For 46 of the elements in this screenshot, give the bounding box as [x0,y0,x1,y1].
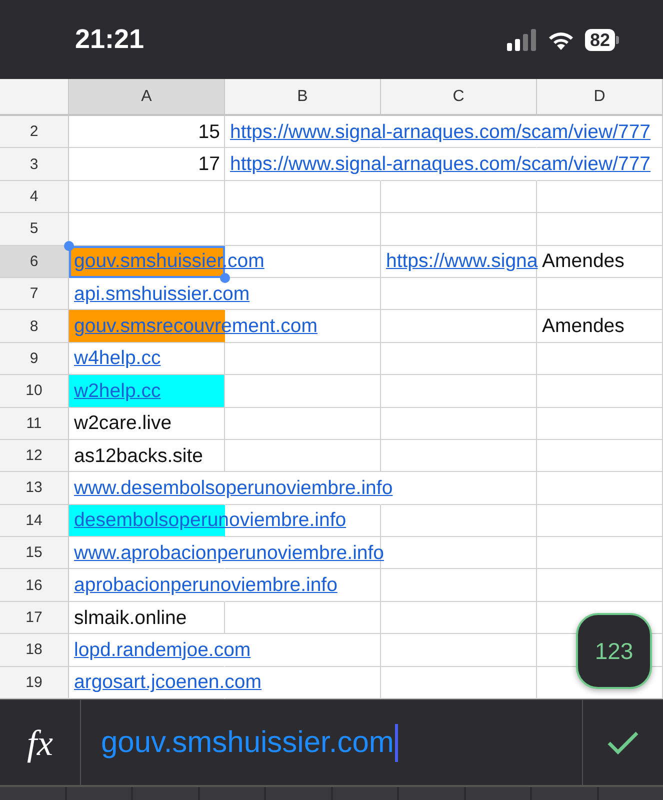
row-header[interactable]: 6 [0,246,69,278]
row-header[interactable]: 16 [0,569,69,602]
cell-number: 17 [198,155,220,174]
row-header[interactable]: 17 [0,602,69,634]
cell-link[interactable]: https://www.signal-arnaques.com/scam/view/777 [230,155,651,174]
clock-time: 21:21 [75,24,146,55]
checkmark-icon[interactable] [606,730,640,756]
row-header[interactable]: 14 [0,504,69,538]
formula-text: gouv.smshuissier.com [101,726,394,760]
column-header[interactable]: B [225,79,381,116]
row-header[interactable]: 12 [0,440,69,472]
cell-text: slmaik.online [74,608,187,628]
signal-icon [506,28,537,50]
column-header[interactable]: A [69,79,225,116]
row-header[interactable]: 19 [0,666,69,700]
cell-text: as12backs.site [74,446,203,466]
cell-number: 15 [198,122,220,142]
cell-link[interactable]: https://www.signal-arnaques.com/scam/view/777 [230,122,651,142]
cell-link[interactable]: w4help.cc [74,349,161,368]
row-header[interactable]: 7 [0,278,69,310]
row-header[interactable]: 10 [0,375,69,408]
number-keypad-button[interactable]: 123 [576,613,652,689]
cell-text: Amendes [542,252,624,272]
cell-text: Amendes [542,317,624,336]
row-header[interactable]: 18 [0,634,69,667]
cell-link[interactable]: www.aprobacionperunoviembre.info [74,544,384,563]
row-header[interactable]: 3 [0,148,69,181]
row-header[interactable]: 9 [0,342,69,376]
cell-link[interactable]: argosart.jcoenen.com [74,673,262,692]
row-header[interactable]: 5 [0,213,69,246]
row-header[interactable]: 2 [0,116,69,148]
cell-link[interactable]: https://www.signa [386,252,538,272]
cell-link[interactable]: api.smshuissier.com [74,284,250,304]
row-header[interactable]: 11 [0,408,69,440]
row-header[interactable]: 13 [0,472,69,505]
cell-link[interactable]: aprobacionperunoviembre.info [74,576,338,596]
row-header[interactable]: 15 [0,537,69,570]
cell-text: w2care.live [74,414,172,434]
cell-link[interactable]: lopd.randemjoe.com [74,640,251,660]
corner-cell[interactable] [0,79,69,116]
column-header[interactable]: D [537,79,663,116]
cell-link[interactable]: w2help.cc [74,382,161,401]
row-header[interactable]: 4 [0,180,69,214]
cell-link[interactable]: www.desembolsoperunoviembre.info [74,478,393,498]
row-header[interactable]: 8 [0,310,69,343]
column-header[interactable]: C [381,79,537,116]
